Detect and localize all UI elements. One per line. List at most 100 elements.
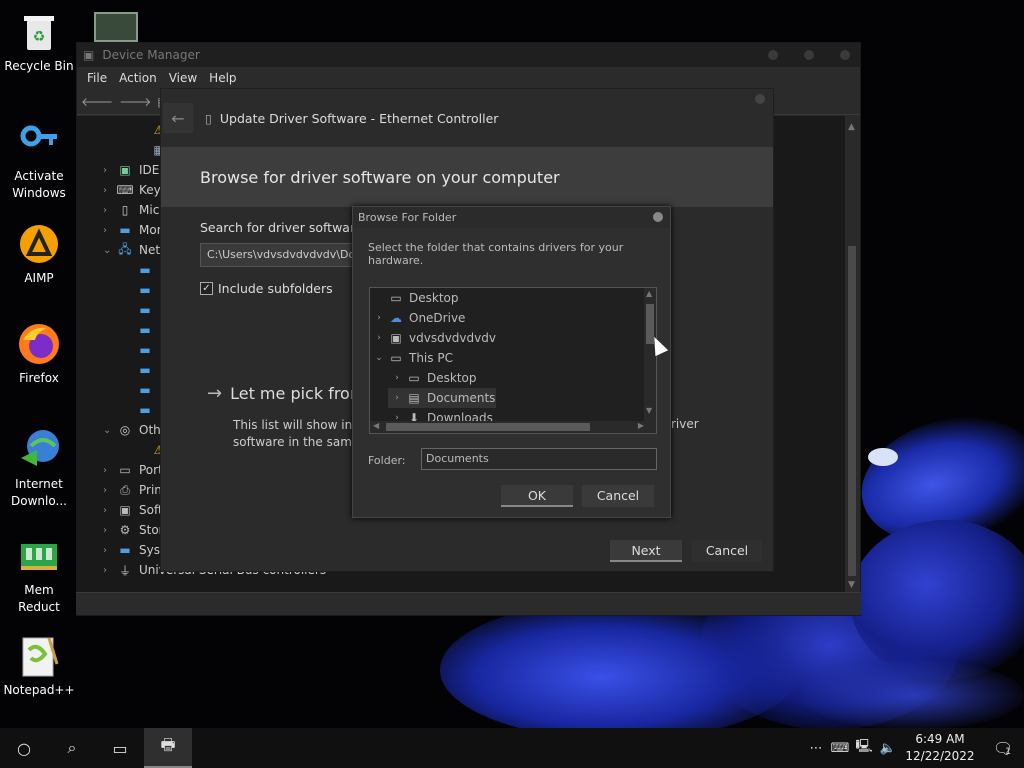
scroll-left-icon[interactable]: ◀	[373, 421, 379, 430]
network-adapter-item[interactable]: ▬	[137, 300, 159, 320]
network-adapter-item[interactable]: ▬	[137, 320, 159, 340]
clock[interactable]: 6:49 AM 12/22/2022	[900, 731, 980, 765]
network-disconnected-icon[interactable]: 🖳	[852, 737, 876, 759]
tree-item[interactable]: › ▯ Mic	[103, 200, 159, 220]
network-adapter-item[interactable]: ▬	[137, 260, 159, 280]
tree-chevron[interactable]: ›	[103, 225, 117, 236]
folder-tree-item[interactable]: ⌄ ▭ This PC	[370, 348, 646, 368]
desktop-icon-mem-reduct[interactable]: Mem Reduct	[2, 534, 76, 616]
network-adapter-icon: ▬	[139, 403, 151, 417]
tree-item[interactable]: › ⎙ Prin	[103, 480, 162, 500]
task-view-button[interactable]: ▭	[96, 728, 144, 768]
tree-chevron[interactable]: ›	[370, 313, 388, 323]
menu-file[interactable]: File	[81, 71, 113, 85]
tree-chevron[interactable]: ›	[103, 165, 117, 176]
start-button[interactable]: ○	[0, 728, 48, 768]
checkbox-checked-icon[interactable]: ✓	[200, 282, 213, 295]
next-button[interactable]: Next	[610, 540, 682, 562]
back-arrow-icon: ←	[171, 108, 185, 128]
tree-item[interactable]: › ⌨ Key	[103, 180, 161, 200]
tree-scrollbar[interactable]: ▲ ▼	[845, 116, 859, 594]
tree-item-label: Mic	[139, 203, 160, 217]
tree-item[interactable]: ⌄ ◎ Othe	[103, 420, 168, 440]
tree-chevron[interactable]: ⌄	[370, 353, 388, 363]
tree-chevron[interactable]: ›	[103, 525, 117, 536]
show-hidden-icons-icon[interactable]: ⋯	[804, 741, 828, 756]
close-button[interactable]	[840, 50, 850, 60]
network-adapter-item[interactable]: ▬	[137, 400, 159, 420]
scroll-right-icon[interactable]: ▶	[638, 421, 644, 430]
desktop-icon-aimp[interactable]: AIMP	[2, 222, 76, 287]
tree-chevron[interactable]: ›	[103, 185, 117, 196]
notification-center-button[interactable]: 🗨 1	[980, 728, 1024, 768]
network-adapter-item[interactable]: ▬	[137, 280, 159, 300]
taskbar-app-device-manager[interactable]: 🖶	[144, 728, 192, 768]
other-device-icon: ◎	[119, 423, 131, 437]
forward-arrow-icon[interactable]: 🡒	[119, 94, 151, 109]
tree-chevron[interactable]: ›	[103, 545, 117, 556]
driver-path-input[interactable]: C:\Users\vdvsdvdvdvdv\Do	[200, 243, 370, 267]
folder-tree-item[interactable]: › ☁ OneDrive	[370, 308, 646, 328]
folder-tree-item[interactable]: ▭ Desktop	[370, 288, 646, 308]
wizard-back-button[interactable]: ←	[163, 103, 193, 133]
let-me-pick-link[interactable]: → Let me pick from	[207, 383, 365, 404]
menu-view[interactable]: View	[163, 71, 203, 85]
tree-chevron[interactable]: ›	[103, 465, 117, 476]
tree-chevron[interactable]: ⌄	[103, 245, 117, 256]
tree-item[interactable]: › ▬ Syst	[103, 540, 165, 560]
cancel-button[interactable]: Cancel	[692, 540, 762, 562]
tree-item[interactable]: ⌄ 🖧 Net	[103, 240, 160, 260]
ok-button[interactable]: OK	[501, 485, 573, 507]
minimize-button[interactable]	[768, 50, 778, 60]
tree-item[interactable]: › ▬ Mor	[103, 220, 162, 240]
folder-tree-item[interactable]: › ▭ Desktop	[388, 368, 646, 388]
dialog-close-button[interactable]	[653, 212, 663, 222]
tree-item[interactable]: › ▣ IDE	[103, 160, 159, 180]
desktop-icon-activate-windows[interactable]: Activate Windows	[2, 120, 76, 202]
menu-help[interactable]: Help	[203, 71, 242, 85]
tree-chevron[interactable]: ›	[103, 505, 117, 516]
scrollbar-thumb[interactable]	[848, 246, 856, 576]
include-subfolders-checkbox[interactable]: ✓ Include subfolders	[200, 281, 333, 296]
folder-tree-item[interactable]: › ▣ vdvsdvdvdvdv	[370, 328, 646, 348]
scroll-down-icon[interactable]: ▼	[646, 406, 652, 415]
network-adapter-item[interactable]: ▬	[137, 360, 159, 380]
maximize-button[interactable]	[804, 50, 814, 60]
wizard-close-button[interactable]	[755, 94, 765, 104]
device-manager-titlebar[interactable]: ▣ Device Manager	[77, 43, 860, 67]
desktop-icon-internet-download-manager[interactable]: Internet Downlo...	[2, 428, 76, 510]
folder-tree-item-selected[interactable]: › ▤ Documents	[388, 388, 496, 408]
scroll-up-icon[interactable]: ▲	[848, 122, 855, 132]
tree-item[interactable]: › ▭ Port	[103, 460, 163, 480]
desktop-icon-notepadpp[interactable]: Notepad++	[2, 634, 76, 699]
tree-chevron[interactable]: ⌄	[103, 425, 117, 436]
tree-chevron[interactable]: ›	[103, 205, 117, 216]
folder-tree-hscrollbar[interactable]: ◀ ▶	[370, 421, 646, 433]
desktop-icon-recycle-bin[interactable]: ♻ Recycle Bin	[2, 10, 76, 75]
tree-item[interactable]: › ▣ Soft	[103, 500, 163, 520]
tree-chevron[interactable]: ›	[388, 373, 406, 383]
back-arrow-icon[interactable]: 🡐	[81, 94, 113, 109]
tree-chevron[interactable]: ›	[370, 333, 388, 343]
folder-input[interactable]: Documents	[421, 448, 657, 470]
tree-chevron[interactable]: ›	[103, 565, 117, 576]
desktop-icon-firefox[interactable]: Firefox	[2, 322, 76, 387]
dialog-titlebar[interactable]: Browse For Folder	[353, 207, 670, 228]
scroll-up-icon[interactable]: ▲	[646, 289, 652, 298]
volume-muted-icon[interactable]: 🔈	[876, 741, 900, 756]
network-adapter-icon: ▬	[139, 343, 151, 357]
tree-chevron[interactable]: ›	[388, 393, 406, 403]
memory-icon	[17, 534, 61, 578]
menu-action[interactable]: Action	[113, 71, 163, 85]
tree-item[interactable]: › ⚙ Stor	[103, 520, 164, 540]
dialog-cancel-button[interactable]: Cancel	[582, 485, 654, 507]
monitor-app-icon[interactable]	[94, 12, 138, 42]
network-adapter-item[interactable]: ▬	[137, 340, 159, 360]
folder-tree-vscrollbar[interactable]: ▲ ▼	[644, 288, 656, 433]
network-adapter-item[interactable]: ▬	[137, 380, 159, 400]
scrollbar-thumb[interactable]	[386, 423, 590, 431]
scroll-down-icon[interactable]: ▼	[848, 580, 855, 590]
input-indicator-icon[interactable]: ⌨	[828, 741, 852, 756]
search-button[interactable]: ⌕	[48, 728, 96, 768]
tree-chevron[interactable]: ›	[103, 485, 117, 496]
